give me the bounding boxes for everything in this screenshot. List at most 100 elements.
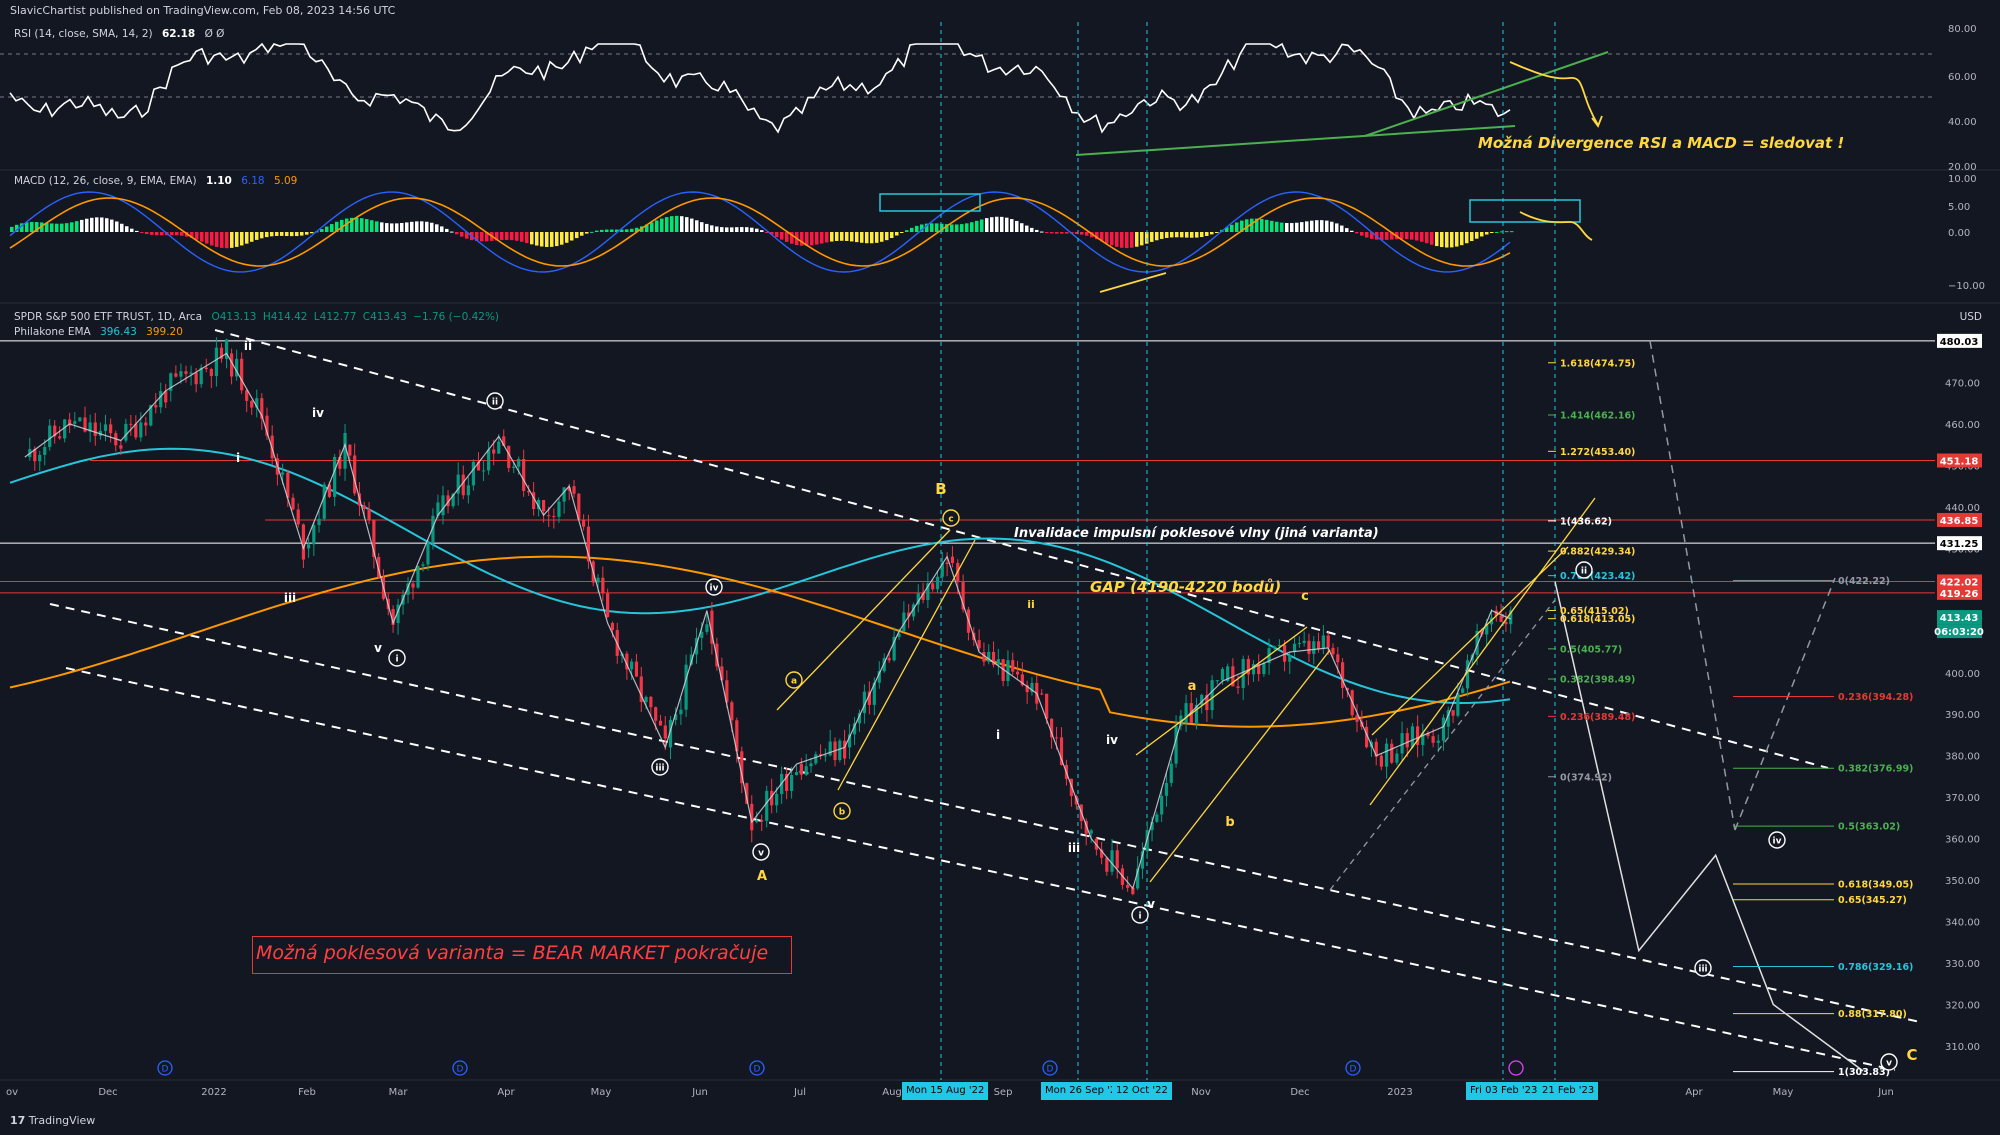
macd-histogram-bar xyxy=(735,227,739,232)
macd-legend[interactable]: MACD (12, 26, close, 9, EMA, EMA) 1.10 6… xyxy=(14,175,303,187)
macd-histogram-bar xyxy=(825,232,829,243)
time-axis-label: Apr xyxy=(1685,1087,1703,1098)
macd-histogram-bar xyxy=(845,232,849,241)
tradingview-logo[interactable]: 17 TradingView xyxy=(10,1114,95,1127)
macd-histogram-bar xyxy=(1410,232,1414,240)
candle-body xyxy=(1236,686,1240,688)
fib-up-label: 0.382(398.49) xyxy=(1560,675,1635,686)
wave-label: ii xyxy=(492,398,498,408)
candle-body xyxy=(1011,660,1015,672)
macd-histogram-bar xyxy=(1015,220,1019,232)
macd-histogram-bar xyxy=(590,231,594,233)
macd-histogram-bar xyxy=(275,232,279,236)
candle-body xyxy=(174,373,178,377)
macd-histogram-bar xyxy=(685,217,689,232)
macd-histogram-bar xyxy=(205,232,209,244)
price-tag-5: 419.26 xyxy=(1940,589,1979,600)
macd-histogram-bar xyxy=(730,227,734,232)
macd-histogram-bar xyxy=(320,229,324,232)
rsi-legend[interactable]: RSI (14, close, SMA, 14, 2) 62.18 Ø Ø xyxy=(14,28,230,40)
macd-histogram-bar xyxy=(1300,222,1304,232)
candle-body xyxy=(317,518,321,526)
macd-histogram-bar xyxy=(1050,232,1054,234)
wave-label: b xyxy=(839,808,846,818)
macd-histogram-bar xyxy=(575,232,579,239)
fib-up-label: 0.5(405.77) xyxy=(1560,644,1622,655)
candle-body xyxy=(658,720,663,726)
macd-histogram-bar xyxy=(1350,230,1354,232)
wave-label: B xyxy=(935,480,946,498)
candle-body xyxy=(291,497,295,510)
candle-body xyxy=(1220,668,1225,681)
rsi-axis-tick: 60.00 xyxy=(1948,72,1977,83)
macd-histogram-bar xyxy=(1260,219,1264,232)
dividend-icon-label: D xyxy=(1350,1065,1357,1075)
time-axis-label: May xyxy=(591,1087,612,1098)
macd-histogram-bar xyxy=(440,226,444,232)
candle-body xyxy=(154,405,158,408)
candle-body xyxy=(281,472,285,475)
candle-body xyxy=(644,696,648,702)
candle-body xyxy=(184,371,188,374)
wave-label: iii xyxy=(655,764,664,774)
price-axis-tick: 390.00 xyxy=(1945,710,1980,721)
macd-histogram-bar xyxy=(1425,232,1429,244)
main-legend[interactable]: SPDR S&P 500 ETF TRUST, 1D, Arca O413.13… xyxy=(14,311,505,323)
ohlc-open: O413.13 xyxy=(211,311,257,323)
macd-histogram-bar xyxy=(1345,228,1349,232)
macd-histogram-bar xyxy=(1150,232,1154,242)
candle-body xyxy=(1336,654,1340,663)
macd-histogram-bar xyxy=(1385,232,1389,240)
macd-histogram-bar xyxy=(1475,232,1479,239)
macd-histogram-bar xyxy=(520,232,524,242)
macd-histogram-bar xyxy=(170,232,174,236)
candle-body xyxy=(426,542,430,565)
ema-legend[interactable]: Philakone EMA 396.43 399.20 xyxy=(14,326,189,338)
candle-body xyxy=(790,775,794,791)
wave-label: i xyxy=(236,451,240,465)
macd-histogram-bar xyxy=(505,232,509,240)
macd-histogram-bar xyxy=(980,219,984,232)
candle-body xyxy=(1277,644,1282,647)
rsi-axis-tick: 20.00 xyxy=(1948,162,1977,173)
candle-body xyxy=(945,562,949,564)
fib-up-label: 0.236(389.48) xyxy=(1560,712,1635,723)
candle-body xyxy=(1110,850,1114,872)
date-label-feb-03: Fri 03 Feb '23 xyxy=(1466,1082,1542,1100)
candle-body xyxy=(601,577,605,594)
macd-histogram-bar xyxy=(895,232,899,236)
time-axis-label: Jun xyxy=(1877,1087,1894,1098)
macd-histogram-bar xyxy=(965,223,969,232)
fib-down-label: 0.65(345.27) xyxy=(1838,895,1907,906)
macd-histogram-bar xyxy=(555,232,559,247)
macd-histogram-bar xyxy=(1205,232,1209,236)
rising-channel-middle xyxy=(1371,546,1569,736)
candle-body xyxy=(1379,755,1383,767)
macd-histogram-bar xyxy=(1085,232,1089,236)
ohlc-low: L412.77 xyxy=(313,311,357,323)
macd-histogram-bar xyxy=(140,232,144,233)
candle-body xyxy=(541,500,546,512)
candle-body xyxy=(804,766,808,775)
macd-histogram-bar xyxy=(1360,232,1364,236)
chart-stage[interactable]: 80.00 60.00 40.00 20.00 10.00 5.00 0.00 −10.00 4… xyxy=(0,0,2000,1131)
fib-up-label: 1.414(462.16) xyxy=(1560,410,1635,421)
divergence-annotation: Možná Divergence RSI a MACD = sledovat ! xyxy=(1478,134,1845,152)
candle-body xyxy=(1155,814,1159,822)
ohlc-high: H414.42 xyxy=(262,311,308,323)
macd-histogram-bar xyxy=(530,232,534,245)
price-axis-tick: 350.00 xyxy=(1945,876,1980,887)
candle-body xyxy=(1405,733,1409,748)
macd-histogram-bar xyxy=(360,218,364,232)
macd-histogram-bar xyxy=(655,220,659,232)
candle-body xyxy=(38,454,42,462)
macd-histogram-bar xyxy=(810,232,814,246)
candle-body xyxy=(809,763,813,767)
candle-body xyxy=(1390,743,1394,763)
candle-body xyxy=(73,421,77,424)
wave-label: c xyxy=(1301,589,1309,604)
publish-header: SlavicChartist published on TradingView.… xyxy=(10,4,396,17)
macd-histogram-bar xyxy=(1175,232,1179,238)
fib-up-label: 1.272(453.40) xyxy=(1560,447,1635,458)
macd-histogram-bar xyxy=(1000,216,1004,232)
